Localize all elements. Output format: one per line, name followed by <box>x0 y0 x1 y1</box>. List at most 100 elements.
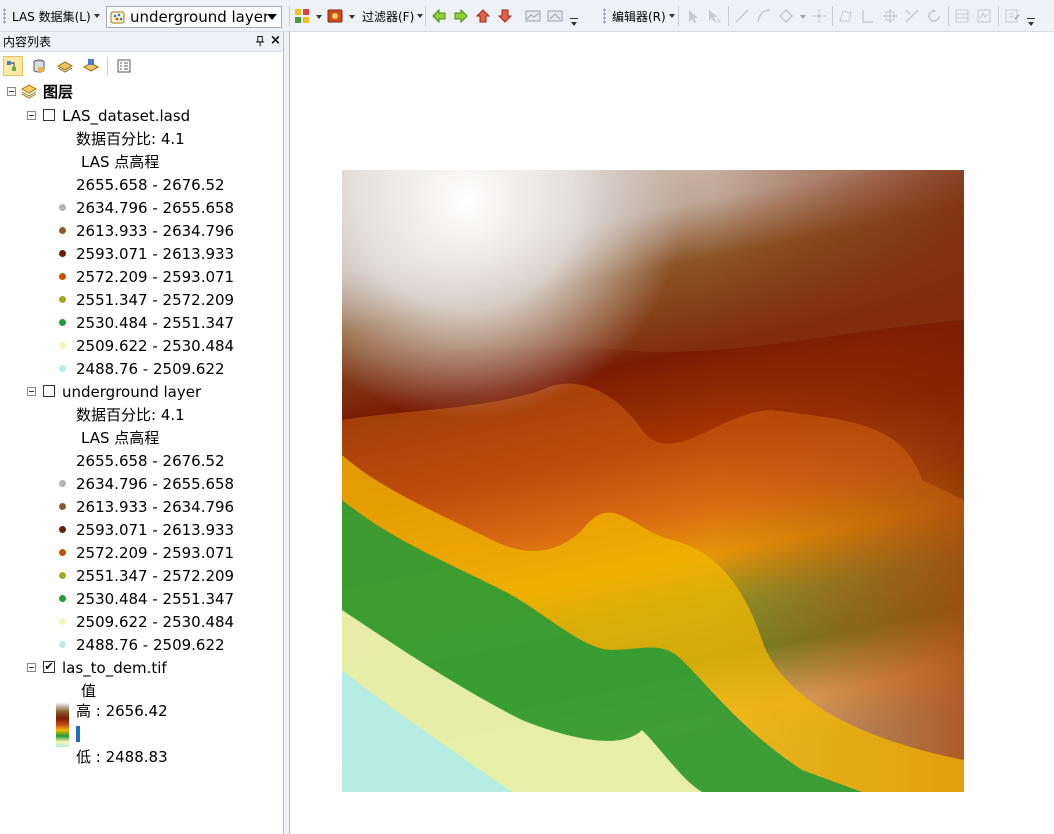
toc-title: 内容列表 <box>3 35 52 49</box>
options-icon <box>117 59 131 73</box>
curve-segment-icon[interactable] <box>756 8 772 24</box>
chevron-down-icon[interactable] <box>800 15 806 19</box>
text-cursor-icon <box>76 726 80 742</box>
rotate-icon[interactable] <box>926 8 942 24</box>
filter-menu-label: 过滤器(F) <box>362 9 415 24</box>
layer-visibility-checkbox[interactable]: ✔ <box>43 661 55 673</box>
straight-segment-icon[interactable] <box>734 8 750 24</box>
list-by-selection-button[interactable] <box>81 56 101 76</box>
legend-class-label: 2488.76 - 2509.622 <box>76 635 225 654</box>
map-view[interactable] <box>291 32 1054 834</box>
legend-swatch-icon <box>59 204 66 211</box>
list-by-drawing-order-button[interactable] <box>3 56 23 76</box>
legend-swatch-icon <box>59 181 66 188</box>
layer-row-las-dataset[interactable]: LAS_dataset.lasd <box>0 104 284 127</box>
legend-swatch-icon <box>59 503 66 510</box>
layer-visibility-checkbox[interactable] <box>43 109 55 121</box>
legend-class-label: 2551.347 - 2572.209 <box>76 290 235 309</box>
filter-menu[interactable]: 过滤器(F) <box>362 0 424 32</box>
legend-swatch-icon <box>59 342 66 349</box>
toc-toolbar-separator <box>107 57 108 75</box>
edit-vertices-icon[interactable] <box>838 8 854 24</box>
legend-swatch-icon <box>59 365 66 372</box>
layer-name: underground layer <box>62 382 202 401</box>
legend-class-label: 2530.484 - 2551.347 <box>76 589 235 608</box>
layer-combo-value: underground layer <box>130 8 267 26</box>
chevron-down-icon[interactable] <box>316 15 322 19</box>
collapse-icon[interactable] <box>27 387 36 396</box>
layer-combo-box[interactable]: underground layer <box>106 6 282 28</box>
panel-splitter[interactable] <box>284 32 290 834</box>
raster-symbology-icon[interactable] <box>294 8 310 24</box>
down-arrow-icon[interactable] <box>497 8 513 24</box>
legend-swatch-icon <box>59 526 66 533</box>
list-by-selection-icon <box>83 59 99 72</box>
legend-class-label: 2488.76 - 2509.622 <box>76 359 225 378</box>
toolbar-overflow-icon[interactable] <box>1027 18 1035 28</box>
legend-class-label: 2572.209 - 2593.071 <box>76 267 235 286</box>
legend-class-label: 2593.071 - 2613.933 <box>76 244 235 263</box>
list-by-visibility-icon <box>57 61 73 73</box>
close-icon[interactable]: × <box>270 33 281 48</box>
las-dataset-menu[interactable]: LAS 数据集(L) <box>12 0 100 32</box>
legend-class-label: 2655.658 - 2676.52 <box>76 175 225 194</box>
toolbar-separator <box>948 6 949 26</box>
las-symbology-icon[interactable] <box>327 8 343 24</box>
legend-class-label: 2530.484 - 2551.347 <box>76 313 235 332</box>
toolbar-separator <box>728 6 729 26</box>
midpoint-icon[interactable] <box>811 8 827 24</box>
collapse-icon[interactable] <box>27 111 36 120</box>
renderer-label: LAS 点高程 <box>81 429 160 447</box>
legend-swatch-icon <box>59 595 66 602</box>
pin-icon[interactable] <box>256 35 265 47</box>
attributes-icon[interactable] <box>954 8 970 24</box>
legend-class-label: 2613.933 - 2634.796 <box>76 221 235 240</box>
legend-class-label: 2655.658 - 2676.52 <box>76 451 225 470</box>
legend-class-label: 2593.071 - 2613.933 <box>76 520 235 539</box>
main-toolbar: LAS 数据集(L) underground layer 过滤器(F) 编辑器(… <box>0 0 1054 32</box>
list-by-drawing-order-icon <box>7 61 16 71</box>
edit-tool-icon[interactable] <box>685 8 701 24</box>
edit-annotation-icon[interactable]: A <box>706 8 722 24</box>
back-arrow-icon[interactable] <box>431 8 447 24</box>
legend-swatch-icon <box>59 250 66 257</box>
layer-row-las-to-dem[interactable]: ✔ las_to_dem.tif <box>0 656 284 679</box>
3d-view-icon[interactable] <box>547 8 563 24</box>
construction-tools-icon[interactable] <box>778 8 794 24</box>
split-icon[interactable] <box>904 8 920 24</box>
renderer-label: LAS 点高程 <box>81 153 160 171</box>
forward-arrow-icon[interactable] <box>453 8 469 24</box>
legend-swatch-icon <box>59 572 66 579</box>
editor-menu[interactable]: 编辑器(R) <box>612 0 675 32</box>
layer-visibility-checkbox[interactable] <box>43 385 55 397</box>
legend-swatch-icon <box>59 480 66 487</box>
layer-row-underground[interactable]: underground layer <box>0 380 284 403</box>
legend-swatch-icon <box>59 296 66 303</box>
las-layer-icon <box>110 11 125 24</box>
combo-dropdown-icon[interactable] <box>267 14 277 20</box>
sketch-properties-icon[interactable] <box>976 8 992 24</box>
high-value-label: 高 : 2656.42 <box>76 702 168 720</box>
options-button[interactable] <box>114 56 134 76</box>
chevron-down-icon <box>93 14 100 18</box>
toolbar-overflow-icon[interactable] <box>570 18 578 28</box>
cut-polygon-icon[interactable] <box>882 8 898 24</box>
las-dataset-menu-label: LAS 数据集(L) <box>12 9 91 24</box>
reshape-icon[interactable] <box>860 8 876 24</box>
list-by-visibility-button[interactable] <box>55 56 75 76</box>
chevron-down-icon[interactable] <box>349 15 355 19</box>
legend-class-label: 2572.209 - 2593.071 <box>76 543 235 562</box>
layer-name: las_to_dem.tif <box>62 658 167 677</box>
collapse-icon[interactable] <box>7 87 16 96</box>
profile-icon[interactable] <box>525 8 541 24</box>
elevation-color-ramp <box>56 703 69 747</box>
legend-class-label: 2634.796 - 2655.658 <box>76 198 235 217</box>
create-features-icon[interactable] <box>1004 8 1020 24</box>
up-arrow-icon[interactable] <box>475 8 491 24</box>
collapse-icon[interactable] <box>27 663 36 672</box>
list-by-source-button[interactable] <box>29 56 49 76</box>
grip-icon[interactable] <box>603 8 606 24</box>
grip-icon[interactable] <box>3 8 6 24</box>
data-percent-label: 数据百分比: 4.1 <box>76 406 185 424</box>
toolbar-separator <box>832 6 833 26</box>
